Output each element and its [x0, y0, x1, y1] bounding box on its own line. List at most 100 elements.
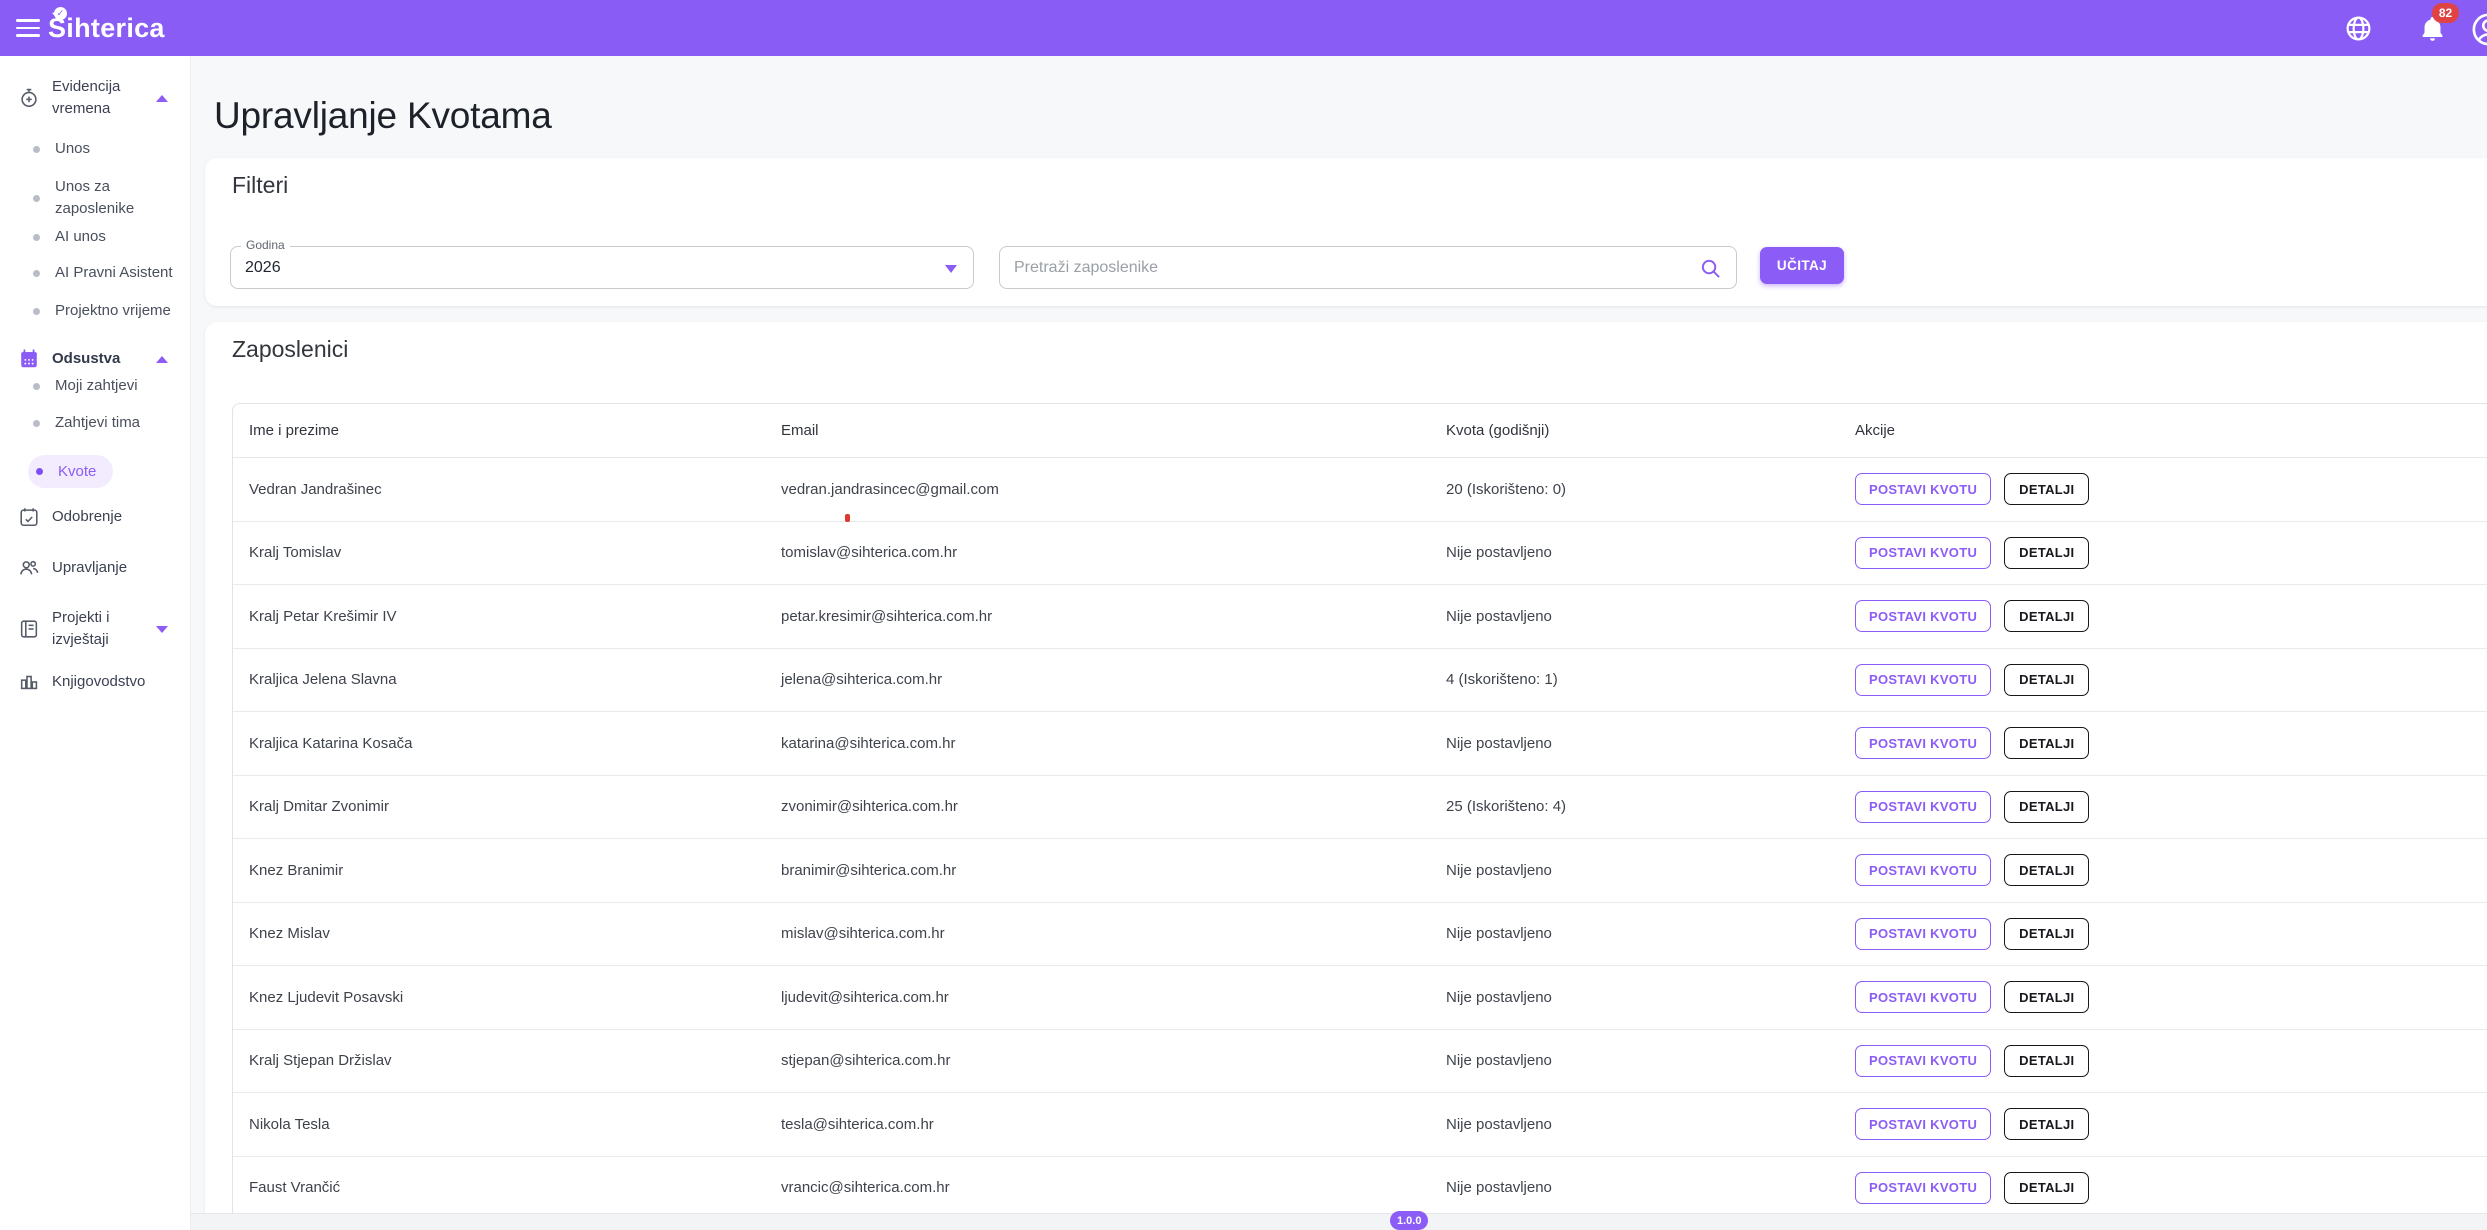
- details-button[interactable]: DETALJI: [2004, 918, 2089, 950]
- row-actions: POSTAVI KVOTU DETALJI: [1839, 981, 2487, 1013]
- app-logo[interactable]: ✓ Šihterica: [48, 13, 165, 44]
- table-row: Faust Vrančić vrancic@sihterica.com.hr N…: [233, 1157, 2487, 1221]
- sidebar-item-knjigovodstvo[interactable]: Knjigovodstvo: [0, 671, 190, 693]
- employee-search-input[interactable]: [1000, 247, 1736, 288]
- bullet-icon: [33, 195, 40, 202]
- sidebar-item-label: Odsustva: [52, 348, 152, 370]
- footer-bar: [191, 1213, 2487, 1230]
- timer-icon: [18, 87, 40, 109]
- chevron-down-icon: [156, 626, 168, 633]
- bullet-icon: [33, 420, 40, 427]
- employee-name: Knez Mislav: [233, 925, 765, 942]
- details-button[interactable]: DETALJI: [2004, 473, 2089, 505]
- set-quota-button[interactable]: POSTAVI KVOTU: [1855, 473, 1991, 505]
- bullet-icon: [33, 383, 40, 390]
- globe-icon[interactable]: [2344, 14, 2373, 43]
- set-quota-button[interactable]: POSTAVI KVOTU: [1855, 918, 1991, 950]
- filters-heading: Filteri: [232, 172, 288, 199]
- employee-name: Kraljica Katarina Kosača: [233, 735, 765, 752]
- details-button[interactable]: DETALJI: [2004, 981, 2089, 1013]
- details-button[interactable]: DETALJI: [2004, 854, 2089, 886]
- year-select-label: Godina: [241, 238, 290, 252]
- employee-email: ljudevit@sihterica.com.hr: [765, 989, 1430, 1006]
- column-header-quota: Kvota (godišnji): [1430, 422, 1839, 439]
- row-actions: POSTAVI KVOTU DETALJI: [1839, 727, 2487, 759]
- calendar-icon: [18, 348, 40, 370]
- set-quota-button[interactable]: POSTAVI KVOTU: [1855, 727, 1991, 759]
- table-row: Kraljica Katarina Kosača katarina@sihter…: [233, 712, 2487, 776]
- sidebar-item-projektno-vrijeme[interactable]: Projektno vrijeme: [0, 300, 190, 322]
- search-icon[interactable]: [1699, 257, 1722, 280]
- sidebar-item-evidencija-vremena[interactable]: Evidencija vremena: [0, 76, 190, 120]
- red-cursor-artifact: [845, 514, 850, 522]
- employee-email: vedran.jandrasincec@gmail.com: [765, 481, 1430, 498]
- set-quota-button[interactable]: POSTAVI KVOTU: [1855, 1108, 1991, 1140]
- table-row: Nikola Tesla tesla@sihterica.com.hr Nije…: [233, 1093, 2487, 1157]
- year-select[interactable]: Godina 2026: [230, 246, 974, 289]
- employee-quota: Nije postavljeno: [1430, 1052, 1839, 1069]
- set-quota-button[interactable]: POSTAVI KVOTU: [1855, 1172, 1991, 1204]
- sidebar-item-ai-pravni-asistent[interactable]: AI Pravni Asistent: [0, 262, 190, 284]
- employee-email: vrancic@sihterica.com.hr: [765, 1179, 1430, 1196]
- details-button[interactable]: DETALJI: [2004, 791, 2089, 823]
- bullet-icon: [33, 308, 40, 315]
- sidebar-item-moji-zahtjevi[interactable]: Moji zahtjevi: [0, 375, 190, 397]
- sidebar-item-label: Knjigovodstvo: [52, 671, 168, 693]
- sidebar: Evidencija vremena Unos Unos za zaposlen…: [0, 56, 191, 1230]
- details-button[interactable]: DETALJI: [2004, 1172, 2089, 1204]
- details-button[interactable]: DETALJI: [2004, 1045, 2089, 1077]
- set-quota-button[interactable]: POSTAVI KVOTU: [1855, 537, 1991, 569]
- details-button[interactable]: DETALJI: [2004, 1108, 2089, 1140]
- sidebar-item-odsustva[interactable]: Odsustva: [0, 348, 190, 370]
- row-actions: POSTAVI KVOTU DETALJI: [1839, 664, 2487, 696]
- filters-card: Filteri Godina 2026 UČITAJ: [205, 158, 2487, 306]
- sidebar-item-upravljanje[interactable]: Upravljanje: [0, 557, 190, 579]
- hamburger-menu-icon[interactable]: [16, 17, 40, 39]
- sidebar-item-projekti-i-izvjestaji[interactable]: Projekti i izvještaji: [0, 607, 190, 651]
- table-row: Knez Mislav mislav@sihterica.com.hr Nije…: [233, 903, 2487, 967]
- sidebar-item-zahtjevi-tima[interactable]: Zahtjevi tima: [0, 412, 190, 434]
- details-button[interactable]: DETALJI: [2004, 727, 2089, 759]
- user-avatar[interactable]: [2470, 11, 2487, 48]
- table-row: Kralj Tomislav tomislav@sihterica.com.hr…: [233, 522, 2487, 586]
- table-header-row: Ime i prezime Email Kvota (godišnji) Akc…: [233, 404, 2487, 458]
- bullet-icon: [33, 146, 40, 153]
- sidebar-item-label: Evidencija vremena: [52, 76, 152, 120]
- table-row: Kralj Stjepan Držislav stjepan@sihterica…: [233, 1030, 2487, 1094]
- column-header-actions: Akcije: [1839, 422, 2487, 439]
- row-actions: POSTAVI KVOTU DETALJI: [1839, 600, 2487, 632]
- employee-name: Kralj Petar Krešimir IV: [233, 608, 765, 625]
- set-quota-button[interactable]: POSTAVI KVOTU: [1855, 1045, 1991, 1077]
- sidebar-item-odobrenje[interactable]: Odobrenje: [0, 506, 190, 528]
- sidebar-item-unos-za-zaposlenike[interactable]: Unos za zaposlenike: [0, 176, 190, 220]
- details-button[interactable]: DETALJI: [2004, 537, 2089, 569]
- load-button[interactable]: UČITAJ: [1760, 247, 1844, 284]
- sidebar-item-ai-unos[interactable]: AI unos: [0, 226, 190, 248]
- sidebar-item-kvote[interactable]: Kvote: [28, 455, 113, 488]
- sidebar-item-label: Unos: [55, 138, 190, 160]
- table-row: Knez Ljudevit Posavski ljudevit@sihteric…: [233, 966, 2487, 1030]
- row-actions: POSTAVI KVOTU DETALJI: [1839, 854, 2487, 886]
- table-row: Kraljica Jelena Slavna jelena@sihterica.…: [233, 649, 2487, 713]
- sidebar-item-label: Unos za zaposlenike: [55, 176, 155, 220]
- set-quota-button[interactable]: POSTAVI KVOTU: [1855, 664, 1991, 696]
- row-actions: POSTAVI KVOTU DETALJI: [1839, 1108, 2487, 1140]
- details-button[interactable]: DETALJI: [2004, 600, 2089, 632]
- row-actions: POSTAVI KVOTU DETALJI: [1839, 918, 2487, 950]
- set-quota-button[interactable]: POSTAVI KVOTU: [1855, 854, 1991, 886]
- employee-quota: 4 (Iskorišteno: 1): [1430, 671, 1839, 688]
- row-actions: POSTAVI KVOTU DETALJI: [1839, 1045, 2487, 1077]
- set-quota-button[interactable]: POSTAVI KVOTU: [1855, 600, 1991, 632]
- employee-email: stjepan@sihterica.com.hr: [765, 1052, 1430, 1069]
- bar-chart-icon: [18, 671, 40, 693]
- set-quota-button[interactable]: POSTAVI KVOTU: [1855, 981, 1991, 1013]
- employee-quota: Nije postavljeno: [1430, 862, 1839, 879]
- sidebar-item-label: Kvote: [58, 463, 96, 480]
- details-button[interactable]: DETALJI: [2004, 664, 2089, 696]
- sidebar-item-unos[interactable]: Unos: [0, 138, 190, 160]
- row-actions: POSTAVI KVOTU DETALJI: [1839, 791, 2487, 823]
- chevron-up-icon: [156, 95, 168, 102]
- employee-quota: Nije postavljeno: [1430, 1179, 1839, 1196]
- employee-name: Nikola Tesla: [233, 1116, 765, 1133]
- set-quota-button[interactable]: POSTAVI KVOTU: [1855, 791, 1991, 823]
